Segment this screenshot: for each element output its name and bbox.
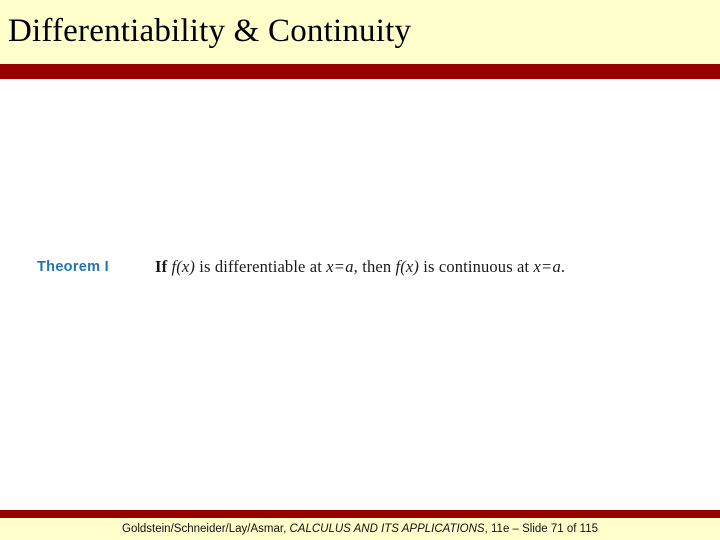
footer-book-title: CALCULUS AND ITS APPLICATIONS xyxy=(289,523,485,535)
slide-title: Differentiability & Continuity xyxy=(8,13,412,49)
function-argument-two: (x) xyxy=(400,257,419,276)
slide-body: Theorem I If f(x) is differentiable at x… xyxy=(0,79,720,510)
equals-sign-one: = xyxy=(334,257,345,276)
header-divider-rule xyxy=(0,64,720,79)
variable-a-two: a xyxy=(552,257,561,276)
presentation-slide: Differentiability & Continuity Theorem I… xyxy=(0,0,720,540)
theorem-block: Theorem I If f(x) is differentiable at x… xyxy=(0,257,720,291)
footer-edition-slide: , 11e – Slide 71 of 115 xyxy=(484,523,598,535)
footer-divider-rule xyxy=(0,510,720,518)
theorem-lead-word: If xyxy=(155,257,168,276)
theorem-statement: If f(x) is differentiable at x=a, then f… xyxy=(155,257,565,277)
variable-x-two: x xyxy=(533,257,542,276)
theorem-label: Theorem I xyxy=(37,259,109,275)
slide-footer-text: Goldstein/Schneider/Lay/Asmar, CALCULUS … xyxy=(0,518,720,540)
theorem-clause-one: is differentiable at xyxy=(199,257,323,276)
equals-sign-two: = xyxy=(542,257,552,276)
variable-x-one: x xyxy=(326,257,334,276)
theorem-connector: , then xyxy=(353,257,392,276)
function-argument-one: (x) xyxy=(176,257,195,276)
theorem-period: . xyxy=(560,257,566,276)
footer-authors: Goldstein/Schneider/Lay/Asmar, xyxy=(122,523,287,535)
variable-a-one: a xyxy=(345,257,354,276)
theorem-clause-two: is continuous at xyxy=(423,257,530,276)
